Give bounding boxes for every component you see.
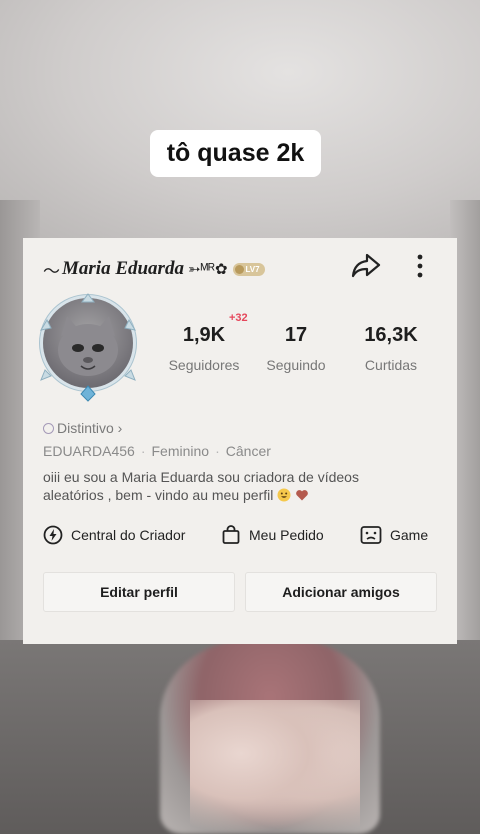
gamepad-icon (360, 526, 382, 544)
separator-dot: · (215, 443, 220, 459)
game-label: Game (390, 527, 429, 543)
name-suffix: ➳ᴹᴿ✿ (187, 261, 228, 278)
my-order-label: Meu Pedido (249, 527, 324, 543)
shopping-bag-icon (222, 525, 240, 544)
name-prefix: 〜 (43, 261, 60, 281)
profile-name: Maria Eduarda (62, 258, 184, 279)
profile-links-row: Central do Criador Meu Pedido Game (43, 525, 443, 547)
stat-followers[interactable]: 1,9K Seguidores (159, 324, 249, 373)
profile-meta: EDUARDA456 · Feminino · Câncer (43, 443, 271, 459)
game-link[interactable]: Game (360, 525, 428, 545)
username: EDUARDA456 (43, 443, 135, 459)
likes-count: 16,3K (364, 324, 418, 346)
background-blur-top (0, 0, 480, 240)
video-caption: tô quase 2k (150, 130, 321, 177)
following-count: 17 (284, 324, 308, 346)
add-friends-button[interactable]: Adicionar amigos (245, 572, 437, 612)
bio-line-1: oiii eu sou a Maria Eduarda sou criadora… (43, 469, 359, 485)
edit-profile-button[interactable]: Editar perfil (43, 572, 235, 612)
followers-label: Seguidores (168, 357, 240, 373)
likes-label: Curtidas (364, 357, 418, 373)
creator-center-label: Central do Criador (71, 527, 186, 543)
bio: oiii eu sou a Maria Eduarda sou criadora… (43, 468, 403, 504)
zodiac-sign: Câncer (225, 443, 271, 459)
stat-likes[interactable]: 16,3K Curtidas (346, 324, 436, 373)
lightning-circle-icon (43, 525, 63, 545)
profile-name-row: 〜 Maria Eduarda ➳ᴹᴿ✿ LV7 (43, 254, 265, 284)
profile-card: 〜 Maria Eduarda ➳ᴹᴿ✿ LV7 +32 1,9K Seguid… (23, 238, 457, 644)
separator-dot: · (140, 443, 146, 459)
distintivo-link[interactable]: Distintivo › (43, 420, 122, 436)
heart-emoji-icon (296, 490, 308, 501)
more-options-icon[interactable] (413, 252, 427, 280)
badge-icon (43, 422, 54, 434)
gender: Feminino (151, 443, 210, 459)
level-badge-icon (234, 264, 244, 274)
level-badge-label: LV7 (245, 264, 260, 274)
share-icon[interactable] (350, 250, 382, 280)
smile-emoji-icon (277, 488, 291, 502)
level-badge[interactable]: LV7 (232, 262, 265, 276)
background-skin-photo (190, 700, 360, 834)
my-order-link[interactable]: Meu Pedido (221, 525, 324, 545)
bio-line-2: aleatórios , bem - vindo au meu perfil (43, 487, 274, 503)
distintivo-label: Distintivo › (57, 420, 123, 436)
followers-delta: +32 (229, 312, 248, 324)
stat-following[interactable]: 17 Seguindo (251, 324, 341, 373)
followers-count: 1,9K (182, 324, 226, 346)
following-label: Seguindo (266, 357, 326, 373)
avatar-frame-decoration (39, 293, 137, 402)
creator-center-link[interactable]: Central do Criador (43, 525, 185, 545)
